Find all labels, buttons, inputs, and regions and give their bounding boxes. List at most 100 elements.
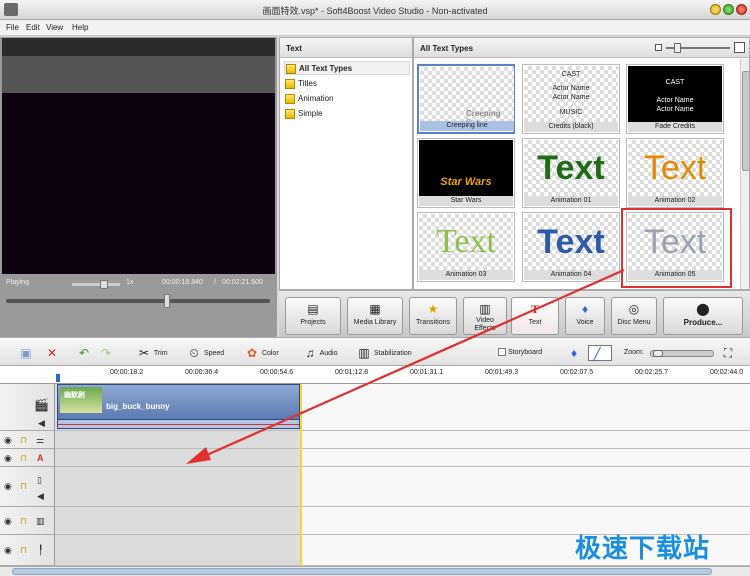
tile-animation-03[interactable]: Text Animation 03 xyxy=(417,212,515,282)
tile-label: Animation 04 xyxy=(524,270,618,280)
lock-icon[interactable]: ⊓ xyxy=(20,516,27,526)
text-panel-header: Text xyxy=(280,38,412,58)
tile-animation-04[interactable]: Text Animation 04 xyxy=(522,212,620,282)
redo-button[interactable]: ↷ xyxy=(98,345,114,361)
menu-edit[interactable]: Edit xyxy=(26,23,40,32)
eye-icon[interactable]: ◉ xyxy=(4,453,12,463)
tile-credits-black[interactable]: CAST Actor Name Actor Name MUSIC Credits… xyxy=(522,64,620,134)
delete-button[interactable]: ✕ xyxy=(44,345,60,361)
effects-track[interactable] xyxy=(55,431,750,449)
credits-line: MUSIC xyxy=(559,109,583,116)
text-track[interactable] xyxy=(55,449,750,467)
tab-voice[interactable]: ♦ Voice xyxy=(565,297,605,335)
lock-icon[interactable]: ⊓ xyxy=(20,453,27,463)
tab-transitions[interactable]: ★ Transitions xyxy=(409,297,457,335)
video-clip[interactable]: 幽默剧 big_buck_bunny xyxy=(57,384,300,429)
category-simple[interactable]: Simple xyxy=(284,107,410,121)
menu-help[interactable]: Help xyxy=(72,23,88,32)
minimize-button[interactable] xyxy=(710,4,721,15)
timeline-scroll-thumb[interactable] xyxy=(12,568,712,575)
undo-button[interactable]: ↶ xyxy=(76,345,92,361)
category-titles[interactable]: Titles xyxy=(284,77,410,91)
seek-thumb[interactable] xyxy=(164,294,170,308)
thumbnail-size-slider[interactable] xyxy=(666,43,730,53)
speed-button[interactable]: ⏲ Speed xyxy=(186,345,224,361)
film-icon: ▥ xyxy=(36,516,45,526)
lock-icon[interactable]: ⊓ xyxy=(20,481,27,491)
lock-icon[interactable]: ⊓ xyxy=(20,545,27,555)
clip-thumbnail: 幽默剧 xyxy=(60,387,102,413)
clip-audio-waveform xyxy=(58,419,299,428)
audio-button[interactable]: ♫ Audio xyxy=(302,345,338,361)
category-all-text-types[interactable]: All Text Types xyxy=(284,61,410,75)
text-folder-icon xyxy=(285,94,295,104)
thumbnail-small-icon[interactable] xyxy=(655,44,662,51)
menu-file[interactable]: File xyxy=(6,23,19,32)
undo-icon: ↶ xyxy=(78,346,90,360)
volume-slider[interactable] xyxy=(72,280,120,289)
tile-fade-credits[interactable]: CAST Actor Name Actor Name Fade Credits xyxy=(626,64,724,134)
storyboard-label: Storyboard xyxy=(507,349,543,356)
line-style-dropdown[interactable]: ╱ xyxy=(588,345,612,361)
fit-timeline-button[interactable]: ⛶ xyxy=(720,345,736,361)
disc-menu-icon: ◎ xyxy=(628,302,640,316)
redo-icon: ↷ xyxy=(100,346,112,360)
color-button[interactable]: ✿ Color xyxy=(244,345,279,361)
eye-icon[interactable]: ◉ xyxy=(4,435,12,445)
animation-text: Text xyxy=(537,223,605,261)
tile-star-wars[interactable]: Star Wars Star Wars xyxy=(417,138,515,208)
projects-icon: ▤ xyxy=(307,302,319,316)
tab-video-effects[interactable]: ▥ Video Effects xyxy=(463,297,507,335)
tab-disc-menu[interactable]: ◎ Disc Menu xyxy=(611,297,657,335)
tile-label: Star Wars xyxy=(419,196,513,206)
tile-preview: Text xyxy=(524,214,618,270)
tile-preview: CAST Actor Name Actor Name MUSIC xyxy=(524,66,618,122)
storyboard-toggle[interactable]: Storyboard xyxy=(498,345,542,361)
ruler-tick: 00:00:18.2 xyxy=(110,369,144,376)
tab-produce[interactable]: ⬤ Produce... xyxy=(663,297,743,335)
timeline-zoom-slider[interactable] xyxy=(650,350,714,357)
tile-label: Fade Credits xyxy=(628,122,722,132)
timeline-scrollbar[interactable] xyxy=(0,566,750,576)
tab-media-library[interactable]: ▦ Media Library xyxy=(347,297,403,335)
gallery-scroll-thumb[interactable] xyxy=(742,71,749,171)
timeline-cursor-marker[interactable] xyxy=(56,374,60,382)
tile-preview: Text xyxy=(524,140,618,196)
storyboard-checkbox[interactable] xyxy=(498,348,506,357)
record-voice-button[interactable]: ♦ xyxy=(566,345,582,361)
eye-icon[interactable]: ◉ xyxy=(4,516,12,526)
add-media-button[interactable]: ▣ xyxy=(18,345,34,361)
timeline-ruler[interactable]: 00:00:18.2 00:00:36.4 00:00:54.6 00:01:1… xyxy=(0,366,750,384)
stabilization-button[interactable]: ▥ Stabilization xyxy=(356,345,411,361)
close-button[interactable] xyxy=(736,4,747,15)
module-tab-bar: ▤ Projects ▦ Media Library ★ Transitions ▥ V… xyxy=(279,290,750,337)
tab-projects[interactable]: ▤ Projects xyxy=(285,297,341,335)
tile-label: Credits (black) xyxy=(524,122,618,132)
timeline-playhead[interactable] xyxy=(300,384,302,566)
tile-label: Animation 03 xyxy=(419,270,513,280)
category-animation[interactable]: Animation xyxy=(284,92,410,106)
stabilization-icon: ▥ xyxy=(358,346,370,360)
eye-icon[interactable]: ◉ xyxy=(4,481,12,491)
overlay-track[interactable] xyxy=(55,467,750,507)
tile-animation-02[interactable]: Text Animation 02 xyxy=(626,138,724,208)
line-style-icon: ╱ xyxy=(593,347,601,361)
lock-icon[interactable]: ⊓ xyxy=(20,435,27,445)
tile-creeping-line[interactable]: Creeping line Creeping line xyxy=(417,64,515,134)
trim-button[interactable]: ✂ Trim xyxy=(136,345,168,361)
volume-slider-thumb[interactable] xyxy=(100,280,108,289)
thumbnail-large-icon[interactable] xyxy=(734,42,745,53)
maximize-button[interactable] xyxy=(723,4,734,15)
thumbnail-size-thumb[interactable] xyxy=(674,43,681,53)
audio-label: Audio xyxy=(319,349,338,357)
track-content-area xyxy=(55,535,302,565)
tile-label: Animation 02 xyxy=(628,196,722,206)
tile-animation-01[interactable]: Text Animation 01 xyxy=(522,138,620,208)
timeline-zoom-thumb[interactable] xyxy=(653,350,663,357)
seek-bar[interactable] xyxy=(6,294,270,308)
gallery-scrollbar[interactable] xyxy=(740,59,749,289)
eye-icon[interactable]: ◉ xyxy=(4,545,12,555)
menu-view[interactable]: View xyxy=(46,23,63,32)
tab-text[interactable]: T Text xyxy=(511,297,559,335)
effects-track-icon: ⚌ xyxy=(36,435,45,445)
